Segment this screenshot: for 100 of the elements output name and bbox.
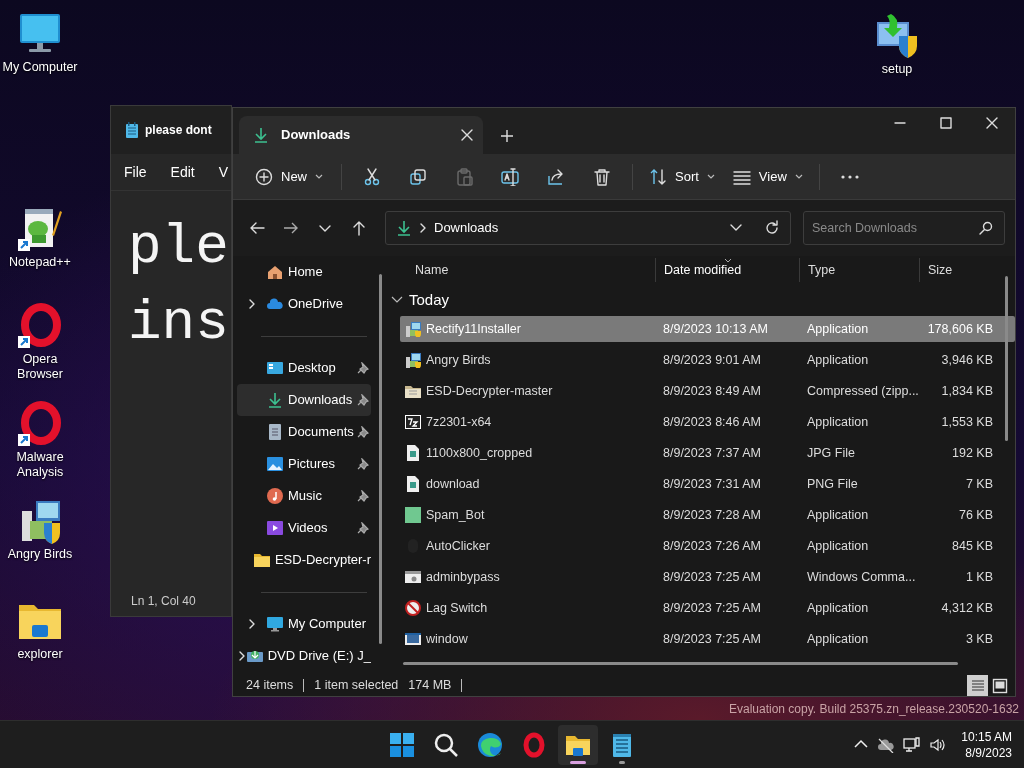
size-cell-text: 192 KB <box>951 444 993 462</box>
chevron-icon[interactable] <box>249 299 255 309</box>
column-header[interactable]: Date modified <box>655 258 799 282</box>
clock[interactable]: 10:15 AM 8/9/2023 <box>953 728 1012 761</box>
column-header[interactable]: Type <box>799 258 919 282</box>
column-header[interactable]: Size <box>919 258 993 282</box>
desktop-icon <box>267 360 283 376</box>
ring-icon <box>521 731 547 758</box>
nav-item[interactable]: Documents <box>237 416 371 448</box>
desktop-icon-label[interactable]: explorer <box>0 647 80 662</box>
browser-wave-icon <box>477 731 503 758</box>
nav-item[interactable]: OneDrive <box>237 288 371 320</box>
scrollbar[interactable] <box>379 274 382 644</box>
dropdown-icon[interactable] <box>730 224 742 232</box>
file-row[interactable]: AutoClicker 8/9/2023 7:26 AM Application 845 KB <box>400 533 1015 559</box>
refresh-icon[interactable] <box>764 220 780 236</box>
search-field[interactable]: Search Downloads <box>803 211 1005 245</box>
type-cell-text: Application <box>806 506 870 524</box>
nav-item[interactable]: Pictures <box>237 448 371 480</box>
back-arrow-icon[interactable] <box>249 220 265 236</box>
menu-item[interactable]: Edit <box>170 161 195 183</box>
group-header[interactable]: Today <box>383 284 456 316</box>
app-tile-icon <box>405 507 421 523</box>
search-icon[interactable] <box>979 221 993 235</box>
size-cell-text: 845 KB <box>951 537 993 555</box>
file-row[interactable]: ESD-Decrypter-master 8/9/2023 8:49 AM Compressed (zipp... 1,834 KB <box>400 378 1015 404</box>
nav-item[interactable]: ESD-Decrypter-r <box>237 544 371 576</box>
size-cell-text: 7 KB <box>964 475 993 493</box>
tab[interactable]: Downloads <box>239 116 483 154</box>
date-cell-text: 8/9/2023 10:13 AM <box>662 320 769 338</box>
desktop-icon-label[interactable]: setup <box>857 62 937 77</box>
new-button[interactable]: New <box>247 158 331 195</box>
file-row[interactable]: Rectify11Installer 8/9/2023 10:13 AM Application 178,606 KB <box>400 316 1015 342</box>
date-cell-text: 8/9/2023 7:37 AM <box>662 444 762 462</box>
file-row[interactable]: Spam_Bot 8/9/2023 7:28 AM Application 76 KB <box>400 502 1015 528</box>
chevron-icon <box>391 296 403 304</box>
download-icon <box>396 220 412 236</box>
size-cell-text: 3 KB <box>964 630 993 648</box>
chevron-icon[interactable] <box>249 619 255 629</box>
file-name: adminbypass <box>400 567 655 587</box>
trash-icon <box>593 167 611 186</box>
file-row[interactable]: Angry Birds 8/9/2023 9:01 AM Application 3,946 KB <box>400 347 1015 373</box>
file-row[interactable]: 7z2301-x64 8/9/2023 8:46 AM Application 1,553 KB <box>400 409 1015 435</box>
network-icon[interactable] <box>903 736 922 753</box>
nav-item[interactable]: Home <box>237 256 371 288</box>
download-icon <box>253 127 269 143</box>
selection-size: 174 MB <box>408 677 452 695</box>
type-cell-text: Application <box>806 320 870 338</box>
nav-item[interactable]: Videos <box>237 512 371 544</box>
file-row[interactable]: Lag Switch 8/9/2023 7:25 AM Application 4,312 KB <box>400 595 1015 621</box>
type-cell-text: Application <box>806 413 870 431</box>
file-row[interactable]: adminbypass 8/9/2023 7:25 AM Windows Comma... 1 KB <box>400 564 1015 590</box>
script-icon <box>405 569 421 585</box>
nav-item[interactable]: My Computer <box>237 608 371 640</box>
file-row[interactable]: download 8/9/2023 7:31 AM PNG File 7 KB <box>400 471 1015 497</box>
type-cell-text: Application <box>806 630 870 648</box>
archiver-icon <box>405 414 421 430</box>
nav-item[interactable]: Music <box>237 480 371 512</box>
document-icon <box>267 424 283 440</box>
close-icon[interactable] <box>461 129 473 141</box>
size-cell-text: 76 KB <box>957 506 993 524</box>
menu-item[interactable]: V <box>218 161 229 183</box>
scrollbar[interactable] <box>403 662 958 665</box>
desktop-icon-label[interactable]: Opera Browser <box>0 352 80 382</box>
size-cell-text: 178,606 KB <box>926 320 993 338</box>
maximize-icon[interactable] <box>940 117 952 129</box>
file-row[interactable]: window 8/9/2023 7:25 AM Application 3 KB <box>400 626 1015 652</box>
speaker-icon[interactable] <box>929 736 946 753</box>
date-cell-text: 8/9/2023 8:49 AM <box>662 382 762 400</box>
ring-icon[interactable] <box>16 400 64 448</box>
desktop-icon-label[interactable]: My Computer <box>0 60 80 75</box>
desktop-icon-label[interactable]: Notepad++ <box>0 255 80 270</box>
plus-icon[interactable] <box>501 130 513 142</box>
view-toggle[interactable] <box>967 675 988 696</box>
chevron-icon[interactable] <box>238 651 245 661</box>
menu-item[interactable]: File <box>124 161 147 183</box>
taskbar-app[interactable] <box>558 724 598 765</box>
caret-icon <box>706 173 715 180</box>
pin-icon <box>357 522 369 534</box>
cloud-off-icon[interactable] <box>877 736 896 753</box>
desktop-icon-label[interactable]: Angry Birds <box>0 547 80 562</box>
file-row[interactable]: 1100x800_cropped 8/9/2023 7:37 AM JPG File 192 KB <box>400 440 1015 466</box>
share-icon <box>547 167 565 186</box>
nav-item[interactable]: Downloads <box>237 384 371 416</box>
forward-arrow-icon[interactable] <box>283 220 299 236</box>
close-icon[interactable] <box>986 117 998 129</box>
ring-icon[interactable] <box>16 302 64 350</box>
desktop-icon-label[interactable]: Malware Analysis <box>0 450 80 480</box>
windows-logo-icon <box>389 731 415 758</box>
nav-item[interactable]: DVD Drive (E:) J_ <box>237 640 371 672</box>
nav-item[interactable]: Desktop <box>237 352 371 384</box>
sort-caret-icon <box>724 258 732 263</box>
up-arrow-icon[interactable] <box>351 220 367 236</box>
date-cell-text: 8/9/2023 8:46 AM <box>662 413 762 431</box>
view-button[interactable]: View <box>724 158 811 195</box>
column-header[interactable]: Name <box>400 258 655 282</box>
sort-button[interactable]: Sort <box>641 158 723 195</box>
address-field[interactable]: Downloads <box>385 211 791 245</box>
scrollbar[interactable] <box>1005 276 1008 441</box>
copy-icon <box>409 167 427 186</box>
